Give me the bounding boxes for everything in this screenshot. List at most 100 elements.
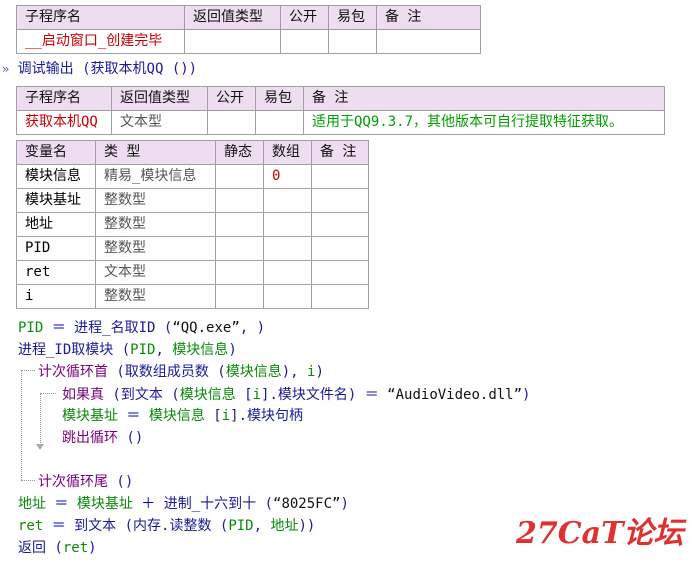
code-line[interactable]: PID ＝ 进程_名取ID (“QQ.exe”, ) xyxy=(18,318,265,338)
code-token: ( xyxy=(208,364,226,380)
variable-type[interactable]: 文本型 xyxy=(95,260,216,285)
code-line[interactable]: 返回 (ret) xyxy=(18,538,97,558)
variable-array[interactable] xyxy=(263,284,312,309)
variable-note[interactable] xyxy=(311,212,369,237)
code-token: ]. xyxy=(230,408,248,424)
code-token[interactable]: 内存.读整数 xyxy=(133,518,211,534)
code-line[interactable]: 进程_ID取模块 (PID, 模块信息) xyxy=(18,340,237,360)
code-token[interactable]: 到文本 xyxy=(121,387,163,403)
variable-note[interactable] xyxy=(311,284,369,309)
header-note: 备 注 xyxy=(311,140,369,165)
code-line[interactable]: 计次循环首 (取数组成员数 (模块信息), i) xyxy=(38,362,324,382)
variable-name[interactable]: PID xyxy=(16,236,96,261)
variable-row[interactable]: 模块基址 整数型 xyxy=(16,188,369,213)
variable-static[interactable] xyxy=(215,236,264,261)
code-token[interactable]: PID xyxy=(18,320,43,336)
subroutine-name-cell[interactable]: 获取本机QQ xyxy=(16,110,112,135)
variable-array[interactable] xyxy=(263,212,312,237)
subroutine-table-1: 子程序名 返回值类型 公开 易包 备 注 __启动窗口_创建完毕 xyxy=(16,5,481,54)
variable-note[interactable] xyxy=(311,236,369,261)
variable-row[interactable]: i 整数型 xyxy=(16,284,369,309)
subroutine-row[interactable]: __启动窗口_创建完毕 xyxy=(16,29,481,54)
code-token[interactable]: 模块信息 xyxy=(226,364,282,380)
code-token[interactable]: 模块句柄 xyxy=(247,408,303,424)
subroutine-name-cell[interactable]: __启动窗口_创建完毕 xyxy=(16,29,185,54)
subroutine-row[interactable]: 获取本机QQ 文本型 适用于QQ9.3.7，其他版本可自行提取特征获取。 xyxy=(16,110,665,135)
variable-row[interactable]: 地址 整数型 xyxy=(16,212,369,237)
variable-row[interactable]: 模块信息 精易_模块信息 0 xyxy=(16,164,369,189)
code-token[interactable]: 到文本 xyxy=(74,518,116,534)
variable-type[interactable]: 整数型 xyxy=(95,212,216,237)
variable-array[interactable]: 0 xyxy=(263,164,312,189)
variable-name[interactable]: 模块信息 xyxy=(16,164,96,189)
code-line[interactable]: 如果真 (到文本 (模块信息 [i].模块文件名) ＝ “AudioVideo.… xyxy=(62,385,530,405)
variable-static[interactable] xyxy=(215,212,264,237)
public-cell[interactable] xyxy=(280,29,329,54)
expand-arrows-icon[interactable]: » xyxy=(2,62,9,76)
return-type-cell[interactable] xyxy=(184,29,281,54)
variable-type[interactable]: 整数型 xyxy=(95,284,216,309)
variable-row[interactable]: ret 文本型 xyxy=(16,260,369,285)
code-token[interactable]: 模块信息 xyxy=(172,342,228,358)
code-token[interactable]: 模块基址 xyxy=(77,496,133,512)
variable-type[interactable]: 整数型 xyxy=(95,188,216,213)
code-token[interactable]: i xyxy=(222,408,230,424)
code-token[interactable]: 计次循环首 xyxy=(38,364,108,380)
code-token[interactable]: 模块信息 xyxy=(180,387,236,403)
code-token[interactable]: PID xyxy=(228,518,253,534)
code-token[interactable]: ret xyxy=(18,518,43,534)
variable-type[interactable]: 精易_模块信息 xyxy=(95,164,216,189)
note-cell[interactable]: 适用于QQ9.3.7，其他版本可自行提取特征获取。 xyxy=(303,110,665,135)
code-token[interactable]: i xyxy=(253,387,261,403)
variable-array[interactable] xyxy=(263,260,312,285)
code-token[interactable]: 模块文件名 xyxy=(278,387,348,403)
code-token[interactable]: PID xyxy=(130,342,155,358)
code-line[interactable]: 计次循环尾 () xyxy=(38,472,133,492)
variable-static[interactable] xyxy=(215,284,264,309)
code-token[interactable]: 模块信息 xyxy=(149,408,205,424)
variable-note[interactable] xyxy=(311,188,369,213)
variable-static[interactable] xyxy=(215,164,264,189)
code-line[interactable]: 跳出循环 () xyxy=(62,428,143,448)
code-token[interactable]: 进程_ID取模块 xyxy=(18,342,113,358)
easy-pack-cell[interactable] xyxy=(255,110,304,135)
code-token[interactable]: 模块基址 xyxy=(62,408,118,424)
variable-name[interactable]: ret xyxy=(16,260,96,285)
debug-output-code[interactable]: 调试输出 (获取本机QQ ()) xyxy=(18,61,197,77)
code-token[interactable]: 取数组成员数 xyxy=(125,364,209,380)
return-type-cell[interactable]: 文本型 xyxy=(111,110,208,135)
code-token[interactable]: 进制_十六到十 xyxy=(164,496,256,512)
code-token[interactable]: ret xyxy=(63,540,88,556)
variable-row[interactable]: PID 整数型 xyxy=(16,236,369,261)
note-cell[interactable] xyxy=(376,29,481,54)
variable-name[interactable]: 模块基址 xyxy=(16,188,96,213)
easy-pack-cell[interactable] xyxy=(328,29,377,54)
code-token[interactable]: 如果真 xyxy=(62,387,104,403)
variable-static[interactable] xyxy=(215,188,264,213)
code-token[interactable]: 计次循环尾 xyxy=(38,474,108,490)
code-line[interactable]: 模块基址 ＝ 模块信息 [i].模块句柄 xyxy=(62,406,303,426)
code-token[interactable]: “AudioVideo.dll” xyxy=(387,387,522,403)
debug-output-line[interactable]: » 调试输出 (获取本机QQ ()) xyxy=(2,59,197,79)
code-token[interactable]: 地址 xyxy=(270,518,298,534)
code-token[interactable]: 跳出循环 xyxy=(62,430,118,446)
variable-name[interactable]: 地址 xyxy=(16,212,96,237)
variable-array[interactable] xyxy=(263,236,312,261)
code-token[interactable]: 返回 xyxy=(18,540,46,556)
code-line[interactable]: 地址 ＝ 模块基址 ＋ 进制_十六到十 (“8025FC”) xyxy=(18,494,349,514)
code-token[interactable]: 地址 xyxy=(18,496,46,512)
variable-static[interactable] xyxy=(215,260,264,285)
public-cell[interactable] xyxy=(207,110,256,135)
code-token[interactable]: 进程_名取ID xyxy=(74,320,155,336)
variable-name[interactable]: i xyxy=(16,284,96,309)
variable-array[interactable] xyxy=(263,188,312,213)
variable-note[interactable] xyxy=(311,164,369,189)
code-token: ( xyxy=(116,518,134,534)
code-token[interactable]: “QQ.exe” xyxy=(172,320,239,336)
header-easy-pack: 易包 xyxy=(328,5,377,30)
code-token[interactable]: “8025FC” xyxy=(273,496,340,512)
variable-note[interactable] xyxy=(311,260,369,285)
if-guide-line xyxy=(40,393,41,445)
variable-type[interactable]: 整数型 xyxy=(95,236,216,261)
code-line[interactable]: ret ＝ 到文本 (内存.读整数 (PID, 地址)) xyxy=(18,516,315,536)
